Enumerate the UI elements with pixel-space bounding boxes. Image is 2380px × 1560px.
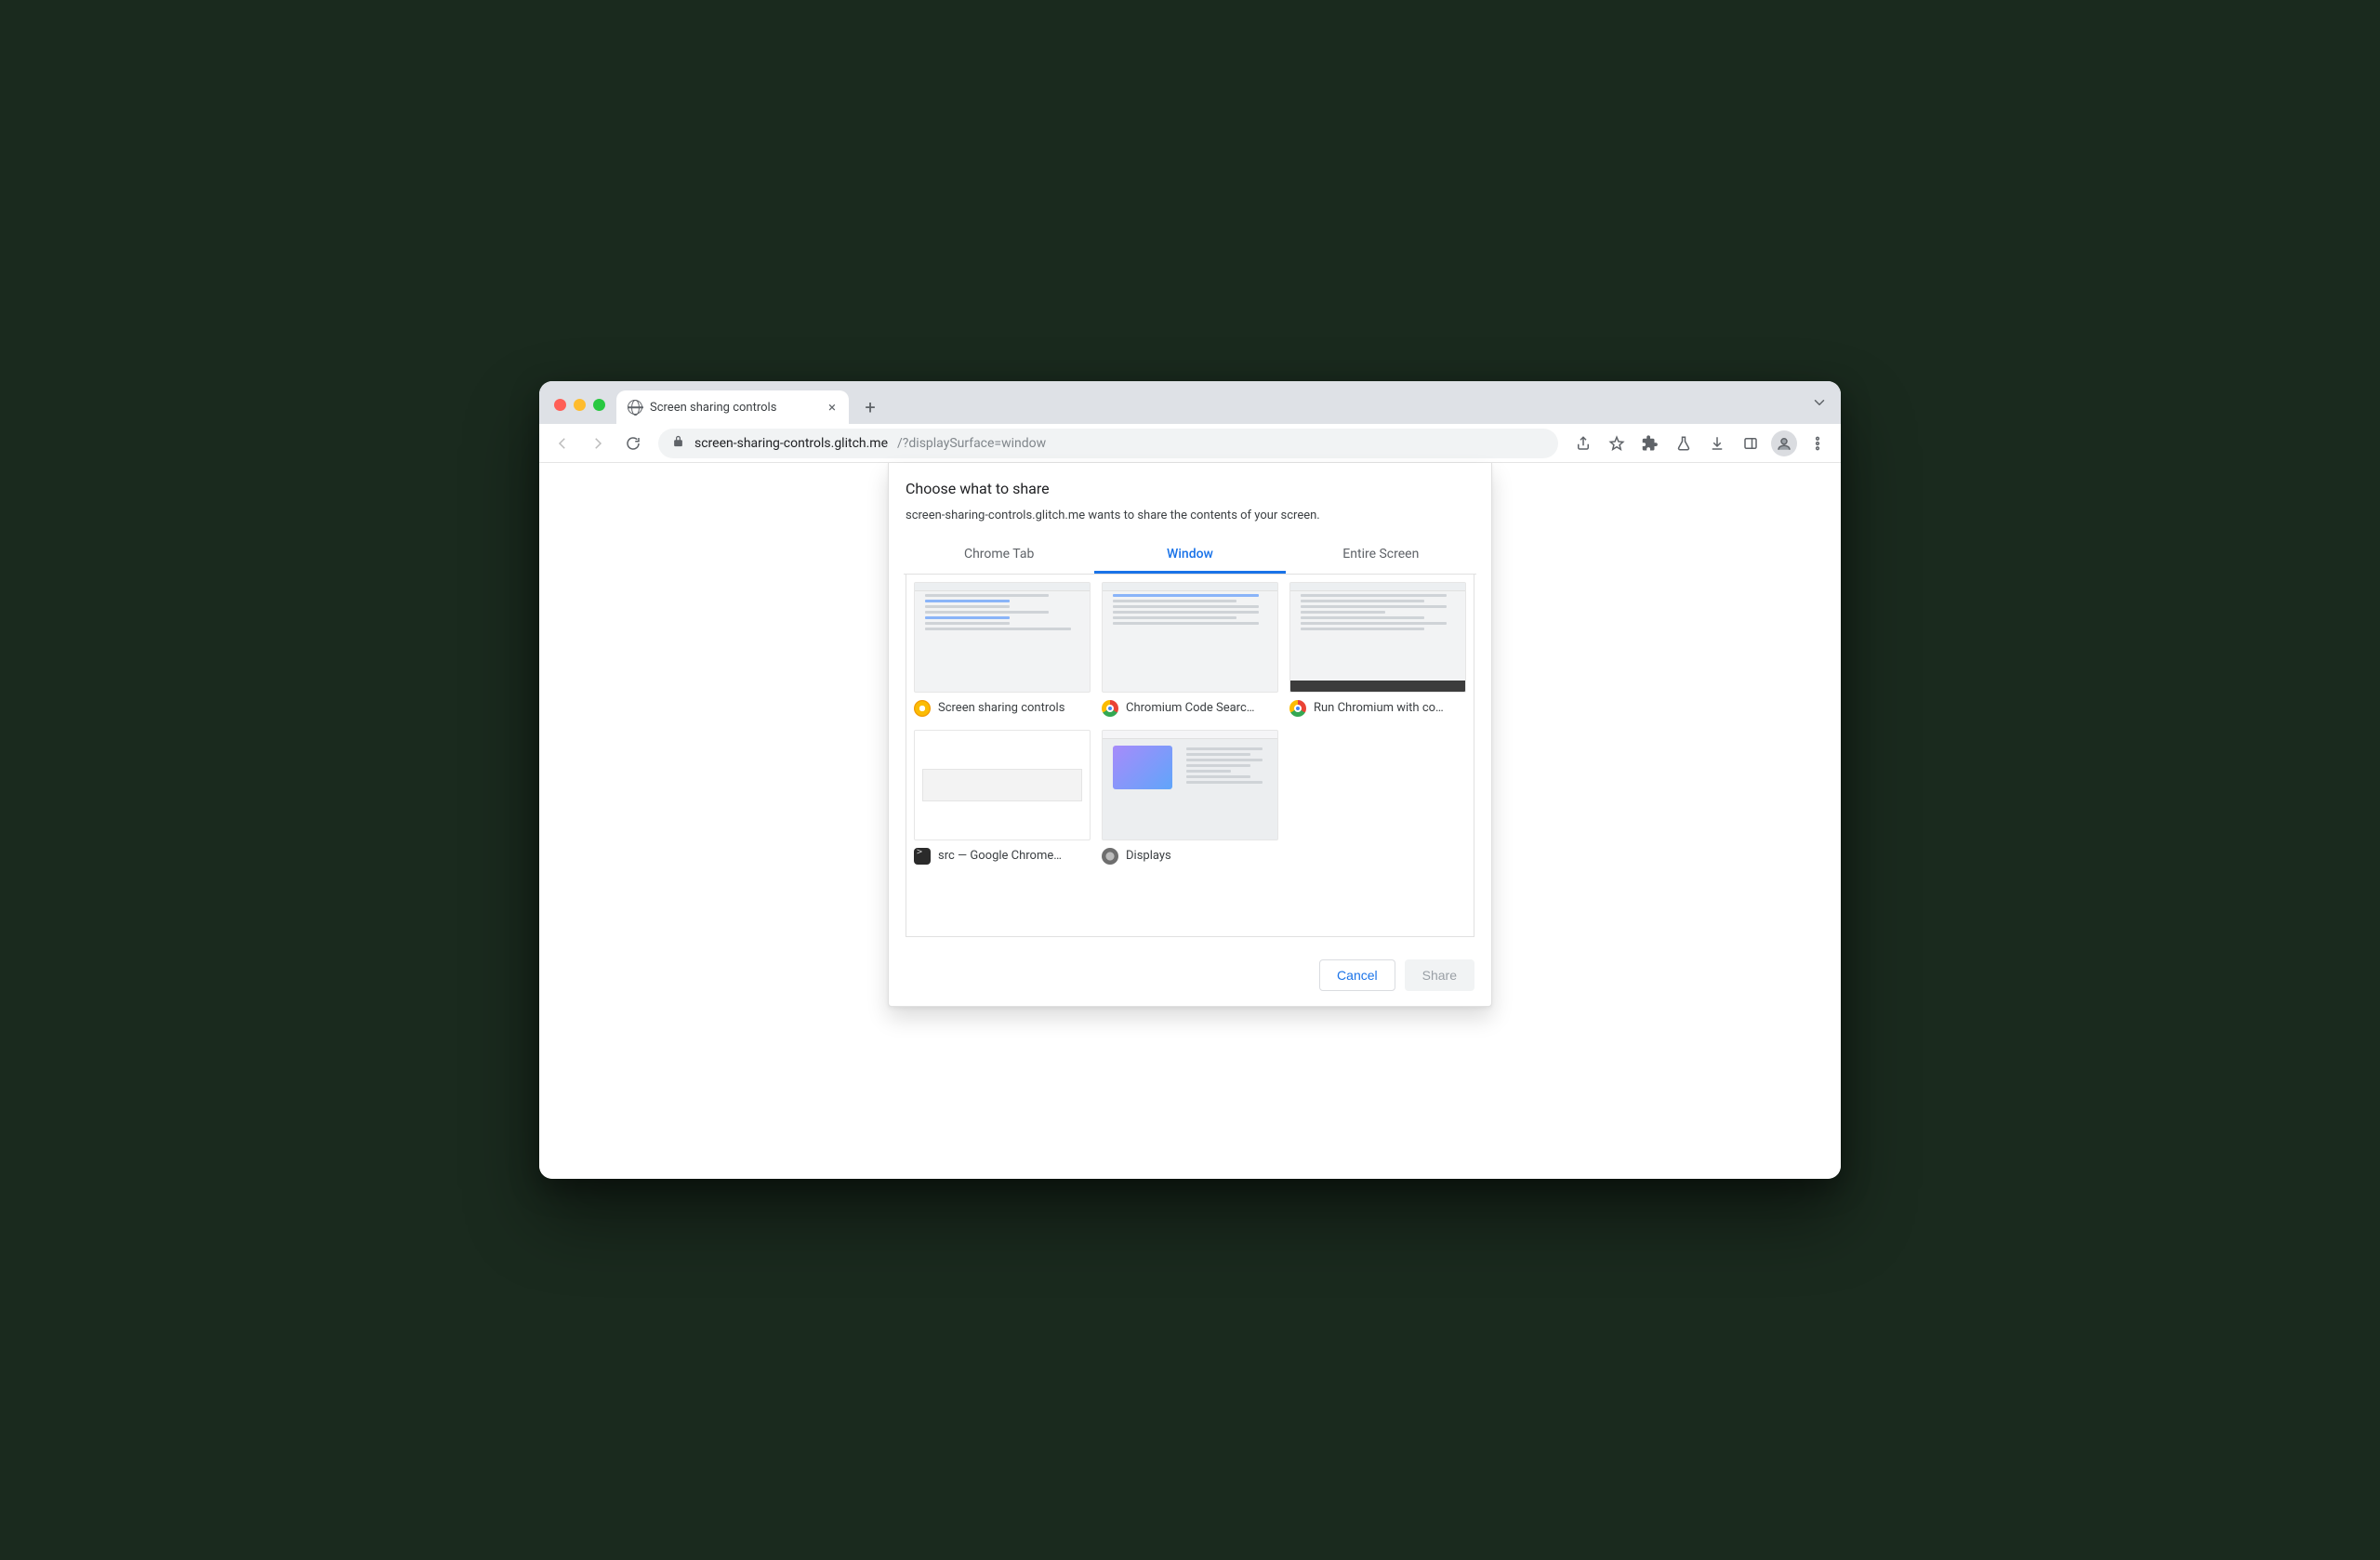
toolbar: screen-sharing-controls.glitch.me /?displ…	[539, 424, 1841, 463]
share-source[interactable]: src — Google Chrome…	[914, 730, 1091, 865]
share-source[interactable]: Screen sharing controls	[914, 582, 1091, 717]
avatar-icon	[1771, 430, 1797, 456]
source-label: src — Google Chrome…	[938, 849, 1062, 863]
source-label: Screen sharing controls	[938, 701, 1064, 715]
bookmark-button[interactable]	[1601, 428, 1633, 459]
toolbar-actions	[1567, 428, 1833, 459]
back-button[interactable]	[547, 428, 578, 459]
browser-window: Screen sharing controls × + screen-shari…	[539, 381, 1841, 1179]
labs-button[interactable]	[1668, 428, 1699, 459]
picker-footer: Cancel Share	[906, 959, 1474, 991]
app-icon	[914, 700, 931, 717]
forward-button[interactable]	[582, 428, 614, 459]
app-icon	[1102, 700, 1118, 717]
profile-button[interactable]	[1768, 428, 1800, 459]
thumbnail	[1289, 582, 1466, 693]
url-host: screen-sharing-controls.glitch.me	[694, 436, 888, 451]
sources-container: Screen sharing controls	[906, 575, 1474, 937]
share-source[interactable]: Displays	[1102, 730, 1278, 865]
source-label: Run Chromium with co…	[1314, 701, 1444, 715]
source-label: Displays	[1126, 849, 1171, 863]
app-icon	[1289, 700, 1306, 717]
menu-button[interactable]	[1802, 428, 1833, 459]
source-label: Chromium Code Searc…	[1126, 701, 1254, 715]
tab-chrome-tab[interactable]: Chrome Tab	[904, 537, 1094, 574]
fullscreen-window-button[interactable]	[593, 399, 605, 411]
reload-button[interactable]	[617, 428, 649, 459]
share-source[interactable]: Run Chromium with co…	[1289, 582, 1466, 717]
picker-subtitle: screen-sharing-controls.glitch.me wants …	[906, 509, 1474, 522]
thumbnail	[1102, 582, 1278, 693]
url-path: /?displaySurface=window	[897, 436, 1046, 451]
close-tab-button[interactable]: ×	[826, 399, 838, 416]
address-bar[interactable]: screen-sharing-controls.glitch.me /?displ…	[658, 429, 1558, 458]
page-content: Choose what to share screen-sharing-cont…	[539, 463, 1841, 1179]
downloads-button[interactable]	[1701, 428, 1733, 459]
thumbnail	[914, 582, 1091, 693]
share-picker-dialog: Choose what to share screen-sharing-cont…	[888, 463, 1492, 1007]
app-icon	[1102, 848, 1118, 865]
new-tab-button[interactable]: +	[856, 393, 884, 421]
tab-strip: Screen sharing controls × +	[539, 381, 1841, 424]
tab-entire-screen[interactable]: Entire Screen	[1286, 537, 1476, 574]
browser-tab[interactable]: Screen sharing controls ×	[616, 390, 849, 424]
share-page-button[interactable]	[1567, 428, 1599, 459]
tab-window[interactable]: Window	[1094, 537, 1285, 574]
picker-title: Choose what to share	[906, 480, 1474, 497]
thumbnail	[1102, 730, 1278, 840]
close-window-button[interactable]	[554, 399, 566, 411]
picker-tabs: Chrome Tab Window Entire Screen	[904, 537, 1476, 575]
extensions-button[interactable]	[1634, 428, 1666, 459]
share-button[interactable]: Share	[1405, 959, 1474, 991]
lock-icon	[671, 434, 685, 452]
tab-title: Screen sharing controls	[650, 401, 819, 415]
tab-search-button[interactable]	[1811, 394, 1828, 415]
thumbnail	[914, 730, 1091, 840]
globe-icon	[628, 400, 642, 415]
app-icon	[914, 848, 931, 865]
minimize-window-button[interactable]	[574, 399, 586, 411]
window-controls	[554, 399, 605, 411]
share-source[interactable]: Chromium Code Searc…	[1102, 582, 1278, 717]
side-panel-button[interactable]	[1735, 428, 1766, 459]
cancel-button[interactable]: Cancel	[1319, 959, 1395, 991]
